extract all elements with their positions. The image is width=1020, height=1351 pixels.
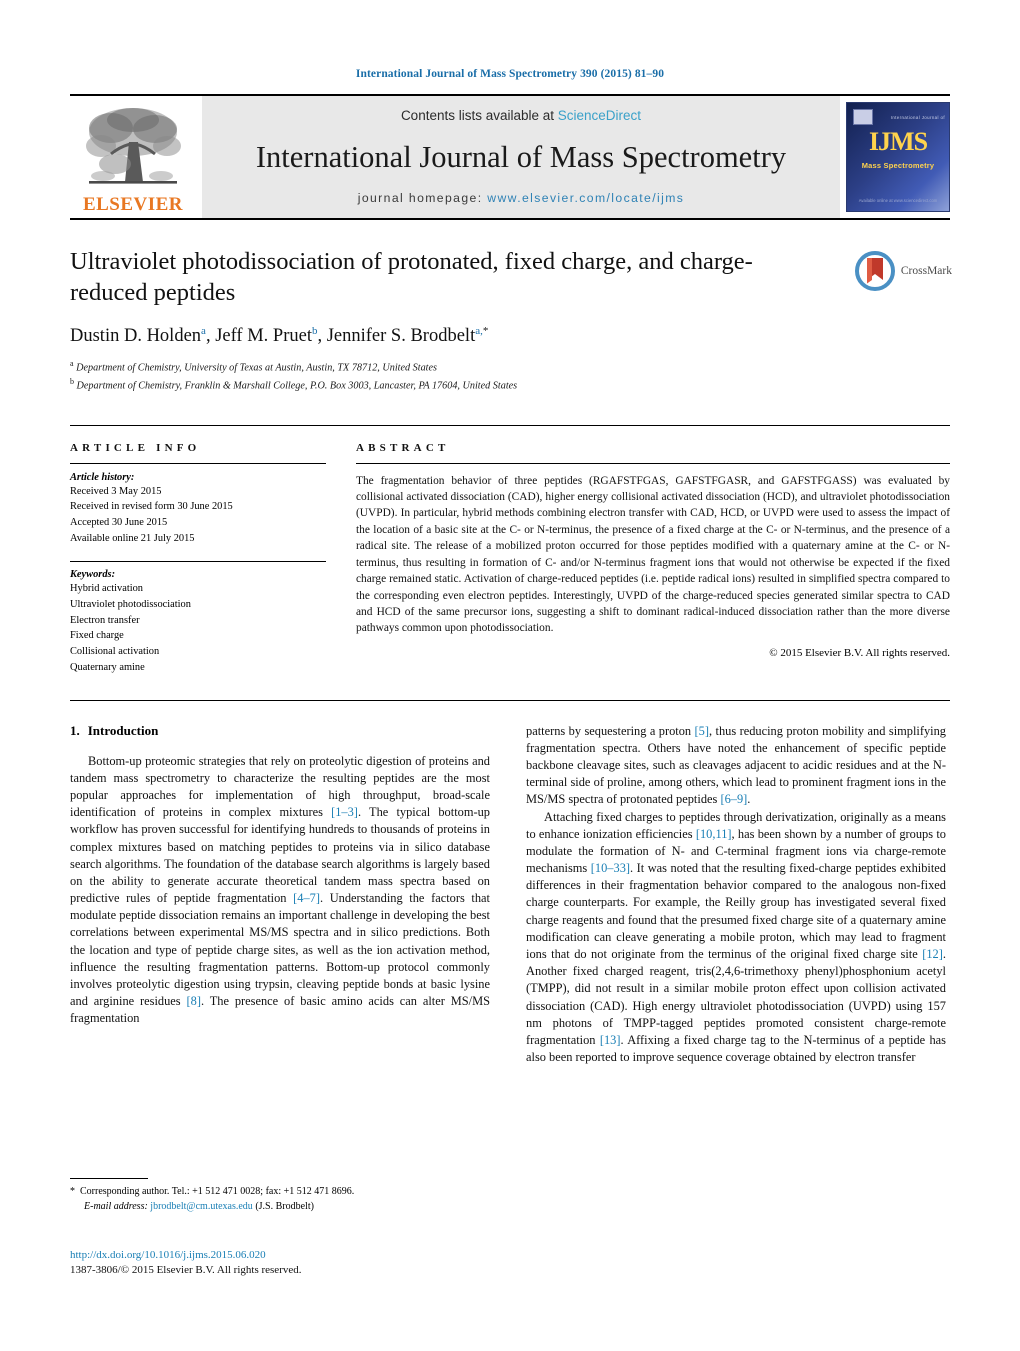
- corresponding-author-mark: *: [482, 325, 489, 338]
- cover-bottom-caption: Available online at www.sciencedirect.co…: [858, 198, 938, 203]
- cover-subtitle: Mass Spectrometry: [861, 161, 935, 170]
- article-history-item: Received in revised form 30 June 2015: [70, 501, 233, 513]
- crossmark-label: CrossMark: [900, 265, 952, 277]
- article-history-item: Accepted 30 June 2015: [70, 517, 168, 529]
- author-list: Dustin D. Holdena, Jeff M. Pruetb, Jenni…: [70, 325, 950, 347]
- section-heading-introduction: 1. Introduction: [70, 723, 490, 739]
- body-columns: 1. Introduction Bottom-up proteomic strat…: [70, 699, 950, 1066]
- keyword-item: Collisional activation: [70, 646, 160, 658]
- issn-copyright-line: 1387-3806/© 2015 Elsevier B.V. All right…: [70, 1264, 302, 1277]
- elsevier-tree-icon: [86, 108, 181, 184]
- author-sep-2: ,: [317, 326, 327, 347]
- paragraph: Attaching fixed charges to peptides thro…: [526, 809, 946, 1065]
- affiliation-a: a Department of Chemistry, University of…: [70, 358, 950, 376]
- homepage-prefix: journal homepage:: [357, 190, 488, 205]
- keyword-item: Electron transfer: [70, 614, 140, 626]
- author-sep-1: ,: [205, 326, 216, 347]
- citation-ref[interactable]: [12]: [922, 947, 943, 961]
- citation-ref[interactable]: [8]: [187, 994, 201, 1008]
- footer-identifiers: http://dx.doi.org/10.1016/j.ijms.2015.06…: [70, 1248, 530, 1279]
- abstract-copyright: © 2015 Elsevier B.V. All rights reserved…: [769, 646, 950, 659]
- affiliation-text-b: Department of Chemistry, Franklin & Mars…: [76, 380, 518, 392]
- crossmark-badge[interactable]: CrossMark: [854, 250, 952, 292]
- article-page: International Journal of Mass Spectromet…: [0, 0, 1020, 1351]
- abstract-column: ABSTRACT The fragmentation behavior of t…: [348, 442, 950, 676]
- author-name-1[interactable]: Dustin D. Holden: [70, 326, 201, 346]
- footnote-email-line: E-mail address: jbrodbelt@cm.utexas.edu …: [70, 1200, 490, 1215]
- info-abstract-row: ARTICLE INFO Article history: Received 3…: [70, 424, 950, 676]
- email-owner: (J.S. Brodbelt): [255, 1200, 314, 1212]
- contents-list-line: Contents lists available at ScienceDirec…: [401, 108, 641, 123]
- cover-corner-badge: [853, 109, 873, 125]
- affiliation-text-a: Department of Chemistry, University of T…: [76, 362, 438, 374]
- keyword-item: Ultraviolet photodissociation: [70, 598, 191, 610]
- corresponding-author-footnote: * Corresponding author. Tel.: +1 512 471 …: [70, 1178, 490, 1214]
- keywords-rule: [70, 560, 326, 562]
- author-name-2[interactable]: Jeff M. Pruet: [215, 326, 312, 346]
- journal-cover-thumbnail[interactable]: International Journal of IJMS Mass Spect…: [846, 102, 950, 212]
- citation-ref[interactable]: [6–9]: [720, 792, 747, 806]
- elsevier-logo: ELSEVIER: [70, 96, 196, 218]
- citation-ref[interactable]: [10,11]: [696, 827, 732, 841]
- page-title: Ultraviolet photodissociation of protona…: [70, 248, 753, 307]
- article-info-rule: [70, 462, 326, 464]
- email-link[interactable]: jbrodbelt@cm.utexas.edu: [150, 1201, 253, 1212]
- citation-ref[interactable]: [4–7]: [293, 891, 320, 905]
- affiliation-mark-a: a: [70, 359, 74, 369]
- journal-homepage-link[interactable]: www.elsevier.com/locate/ijms: [487, 191, 684, 205]
- keywords-label: Keywords:: [70, 568, 116, 580]
- journal-masthead: ELSEVIER Contents lists available at Sci…: [70, 94, 950, 220]
- citation-ref[interactable]: [10–33]: [591, 861, 630, 875]
- author-affil-mark-3: a,: [475, 325, 483, 338]
- author-name-3[interactable]: Jennifer S. Brodbelt: [327, 326, 476, 346]
- keyword-item: Hybrid activation: [70, 582, 144, 594]
- keywords-group: Keywords: Hybrid activation Ultraviolet …: [70, 560, 326, 676]
- paragraph: patterns by sequestering a proton [5], t…: [526, 723, 947, 807]
- citation-ref[interactable]: [13]: [600, 1033, 621, 1047]
- footnote-corresponding-text: Corresponding author. Tel.: +1 512 471 0…: [80, 1186, 355, 1197]
- body-column-left: 1. Introduction Bottom-up proteomic strat…: [70, 723, 490, 1066]
- citation-ref[interactable]: [5]: [695, 724, 709, 738]
- contents-prefix: Contents lists available at: [400, 108, 558, 123]
- journal-title: International Journal of Mass Spectromet…: [255, 139, 787, 174]
- article-info-column: ARTICLE INFO Article history: Received 3…: [70, 442, 348, 676]
- crossmark-icon: [854, 251, 895, 291]
- article-info-heading: ARTICLE INFO: [70, 441, 201, 454]
- affiliations: a Department of Chemistry, University of…: [70, 358, 950, 394]
- footnote-corresponding-line: * Corresponding author. Tel.: +1 512 471 …: [70, 1185, 490, 1200]
- article-history-label: Article history:: [70, 471, 135, 483]
- paragraph: Bottom-up proteomic strategies that rely…: [70, 753, 491, 1026]
- article-history-item: Available online 21 July 2015: [70, 533, 195, 545]
- abstract-rule: [356, 462, 950, 464]
- journal-homepage-line: journal homepage: www.elsevier.com/locat…: [358, 191, 685, 205]
- body-column-right: patterns by sequestering a proton [5], t…: [526, 723, 946, 1066]
- email-label: E-mail address:: [84, 1200, 148, 1212]
- section-number: 1.: [70, 722, 80, 738]
- keyword-item: Quaternary amine: [70, 661, 145, 673]
- article-history-item: Received 3 May 2015: [70, 485, 162, 497]
- footnote-star: *: [70, 1186, 75, 1197]
- running-head: International Journal of Mass Spectromet…: [355, 68, 665, 80]
- affiliation-mark-b: b: [70, 377, 74, 387]
- cover-top-caption: International Journal of: [890, 115, 945, 120]
- keyword-item: Fixed charge: [70, 630, 124, 642]
- cover-logo-text: IJMS: [868, 127, 928, 156]
- masthead-center: Contents lists available at ScienceDirec…: [202, 96, 840, 218]
- abstract-text: The fragmentation behavior of three pept…: [356, 474, 950, 635]
- title-block: CrossMark Ultraviolet photodissociation …: [70, 246, 952, 395]
- abstract-heading: ABSTRACT: [356, 441, 450, 454]
- citation-ref[interactable]: [1–3]: [331, 805, 358, 819]
- footnote-rule: [70, 1178, 148, 1179]
- section-title: Introduction: [87, 722, 159, 738]
- affiliation-b: b Department of Chemistry, Franklin & Ma…: [70, 376, 950, 394]
- doi-link[interactable]: http://dx.doi.org/10.1016/j.ijms.2015.06…: [70, 1248, 530, 1263]
- sciencedirect-link[interactable]: ScienceDirect: [558, 108, 641, 123]
- elsevier-wordmark: ELSEVIER: [82, 194, 184, 215]
